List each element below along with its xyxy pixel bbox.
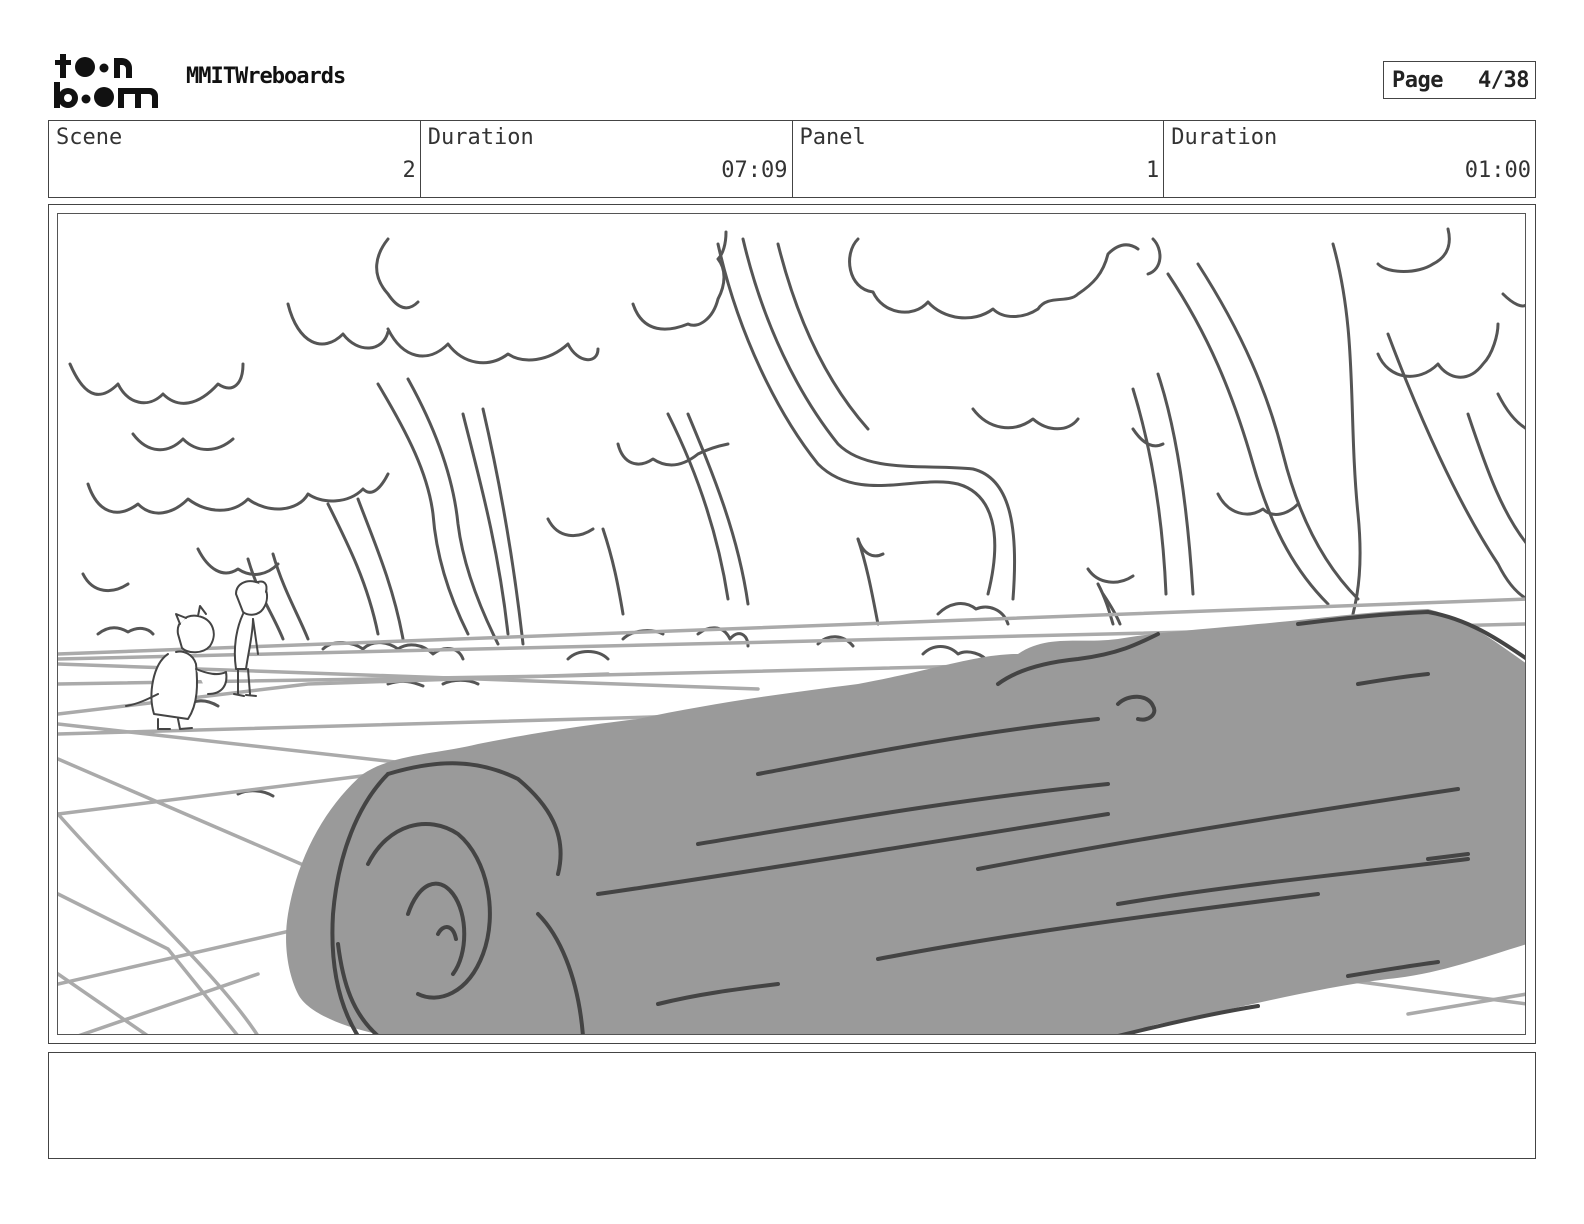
page-indicator: Page 4/38 xyxy=(1383,61,1536,99)
scene-label: Scene xyxy=(56,125,123,150)
scene-cell: Scene 2 xyxy=(49,121,421,197)
panel-notes-box xyxy=(48,1052,1536,1159)
panel-duration-label: Duration xyxy=(1171,125,1278,150)
panel-value: 1 xyxy=(1146,158,1160,183)
panel-label: Panel xyxy=(799,125,866,150)
toon-boom-logo xyxy=(54,54,158,108)
panel-info-table: Scene 2 Duration 07:09 Panel 1 Duration … xyxy=(48,120,1536,198)
panel-duration-cell: Duration 01:00 xyxy=(1164,121,1535,197)
log-fill xyxy=(286,609,1525,1034)
storyboard-panel-frame xyxy=(48,204,1536,1044)
scene-value: 2 xyxy=(402,158,416,183)
storyboard-panel-image xyxy=(57,213,1526,1035)
panel-duration-value: 01:00 xyxy=(1464,158,1531,183)
scene-duration-cell: Duration 07:09 xyxy=(421,121,793,197)
panel-cell: Panel 1 xyxy=(793,121,1165,197)
scene-duration-value: 07:09 xyxy=(721,158,788,183)
page-label: Page xyxy=(1392,67,1443,93)
scene-duration-label: Duration xyxy=(427,125,534,150)
project-title: MMITWreboards xyxy=(186,64,346,89)
storyboard-sketch xyxy=(58,227,1525,1034)
page-number: 4/38 xyxy=(1478,67,1529,93)
